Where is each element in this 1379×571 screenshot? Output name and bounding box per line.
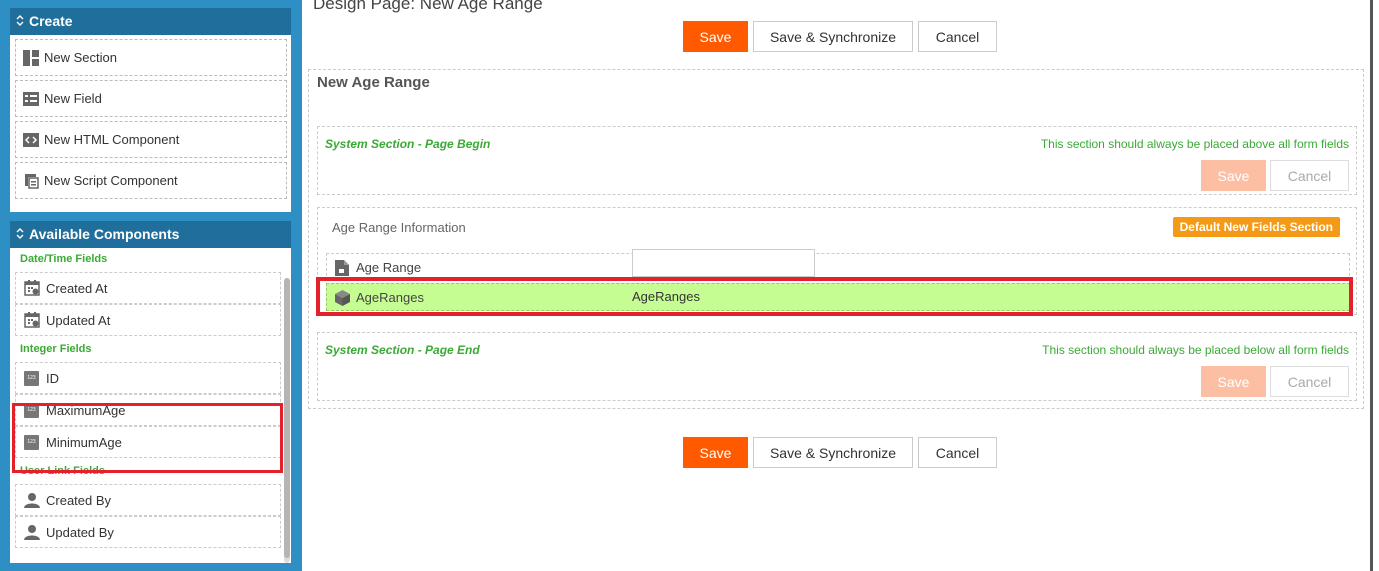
- annotation-highlight-integer-fields: [12, 403, 283, 473]
- script-icon: [22, 172, 39, 189]
- form-title: New Age Range: [317, 74, 430, 91]
- section-actions: Save Cancel: [1201, 160, 1349, 191]
- new-html-component-label: New HTML Component: [44, 132, 180, 147]
- main-content: Design Page: New Age Range Save Save & S…: [302, 0, 1370, 571]
- bottom-action-bar: Save Save & Synchronize Cancel: [683, 437, 997, 468]
- number-icon: 123: [23, 370, 40, 387]
- available-components-panel: Available Components Date/Time Fields Cr…: [10, 221, 291, 563]
- section-cancel-button[interactable]: Cancel: [1270, 160, 1349, 191]
- user-icon: [23, 492, 40, 509]
- component-label: Updated By: [46, 524, 114, 540]
- save-synchronize-button[interactable]: Save & Synchronize: [753, 437, 913, 468]
- save-button[interactable]: Save: [683, 437, 748, 468]
- group-title-integer: Integer Fields: [20, 343, 92, 355]
- section-actions: Save Cancel: [1201, 366, 1349, 397]
- component-updated-by[interactable]: Updated By: [15, 516, 281, 548]
- expand-collapse-icon: [16, 10, 24, 37]
- calendar-icon: [23, 280, 40, 297]
- components-scrollbar[interactable]: [284, 278, 290, 563]
- section-note: This section should always be placed bel…: [1042, 343, 1349, 357]
- component-label: Created By: [46, 492, 112, 508]
- annotation-highlight-field-row: [316, 277, 1353, 316]
- new-script-component-label: New Script Component: [44, 173, 178, 188]
- save-synchronize-button[interactable]: Save & Synchronize: [753, 21, 913, 52]
- component-updated-at[interactable]: Updated At: [15, 304, 281, 336]
- new-section-label: New Section: [44, 50, 117, 65]
- new-script-component-item[interactable]: New Script Component: [15, 162, 287, 199]
- save-button[interactable]: Save: [683, 21, 748, 52]
- sidebar: Create New Section New Field New HTML Co…: [0, 0, 300, 571]
- component-created-by[interactable]: Created By: [15, 484, 281, 516]
- create-panel: Create New Section New Field New HTML Co…: [10, 8, 291, 212]
- field-icon: [22, 90, 39, 107]
- page-title: Design Page: New Age Range: [313, 0, 543, 13]
- html-icon: [22, 131, 39, 148]
- section-note: This section should always be placed abo…: [1040, 137, 1349, 151]
- component-id[interactable]: 123 ID: [15, 362, 281, 394]
- available-components-title: Available Components: [29, 226, 180, 242]
- expand-collapse-icon: [16, 223, 24, 250]
- new-field-label: New Field: [44, 91, 102, 106]
- section-save-button[interactable]: Save: [1201, 160, 1266, 191]
- form-canvas: New Age Range System Section - Page Begi…: [308, 69, 1364, 409]
- section-title: System Section - Page Begin: [325, 137, 491, 151]
- calendar-icon: [23, 312, 40, 329]
- field-label: Age Range: [356, 260, 422, 275]
- age-range-input[interactable]: [632, 249, 815, 277]
- system-section-page-end[interactable]: System Section - Page End This section s…: [317, 332, 1357, 401]
- new-section-item[interactable]: New Section: [15, 39, 287, 76]
- document-icon: [335, 260, 350, 276]
- group-title-datetime: Date/Time Fields: [20, 253, 108, 265]
- create-panel-title: Create: [29, 13, 73, 29]
- new-field-item[interactable]: New Field: [15, 80, 287, 117]
- user-icon: [23, 524, 40, 541]
- create-panel-header[interactable]: Create: [10, 8, 291, 35]
- new-html-component-item[interactable]: New HTML Component: [15, 121, 287, 158]
- component-label: Updated At: [46, 312, 111, 328]
- section-title: Age Range Information: [332, 220, 466, 235]
- section-icon: [22, 49, 39, 66]
- component-label: ID: [46, 370, 59, 386]
- top-action-bar: Save Save & Synchronize Cancel: [683, 21, 997, 52]
- component-label: Created At: [46, 280, 108, 296]
- section-title: System Section - Page End: [325, 343, 480, 357]
- scrollbar-thumb[interactable]: [284, 278, 290, 558]
- cancel-button[interactable]: Cancel: [918, 437, 997, 468]
- system-section-page-begin[interactable]: System Section - Page Begin This section…: [317, 126, 1357, 195]
- window-edge: [1370, 0, 1379, 571]
- cancel-button[interactable]: Cancel: [918, 21, 997, 52]
- default-section-badge: Default New Fields Section: [1172, 217, 1340, 237]
- available-components-header[interactable]: Available Components: [10, 221, 291, 248]
- section-save-button[interactable]: Save: [1201, 366, 1266, 397]
- section-cancel-button[interactable]: Cancel: [1270, 366, 1349, 397]
- component-created-at[interactable]: Created At: [15, 272, 281, 304]
